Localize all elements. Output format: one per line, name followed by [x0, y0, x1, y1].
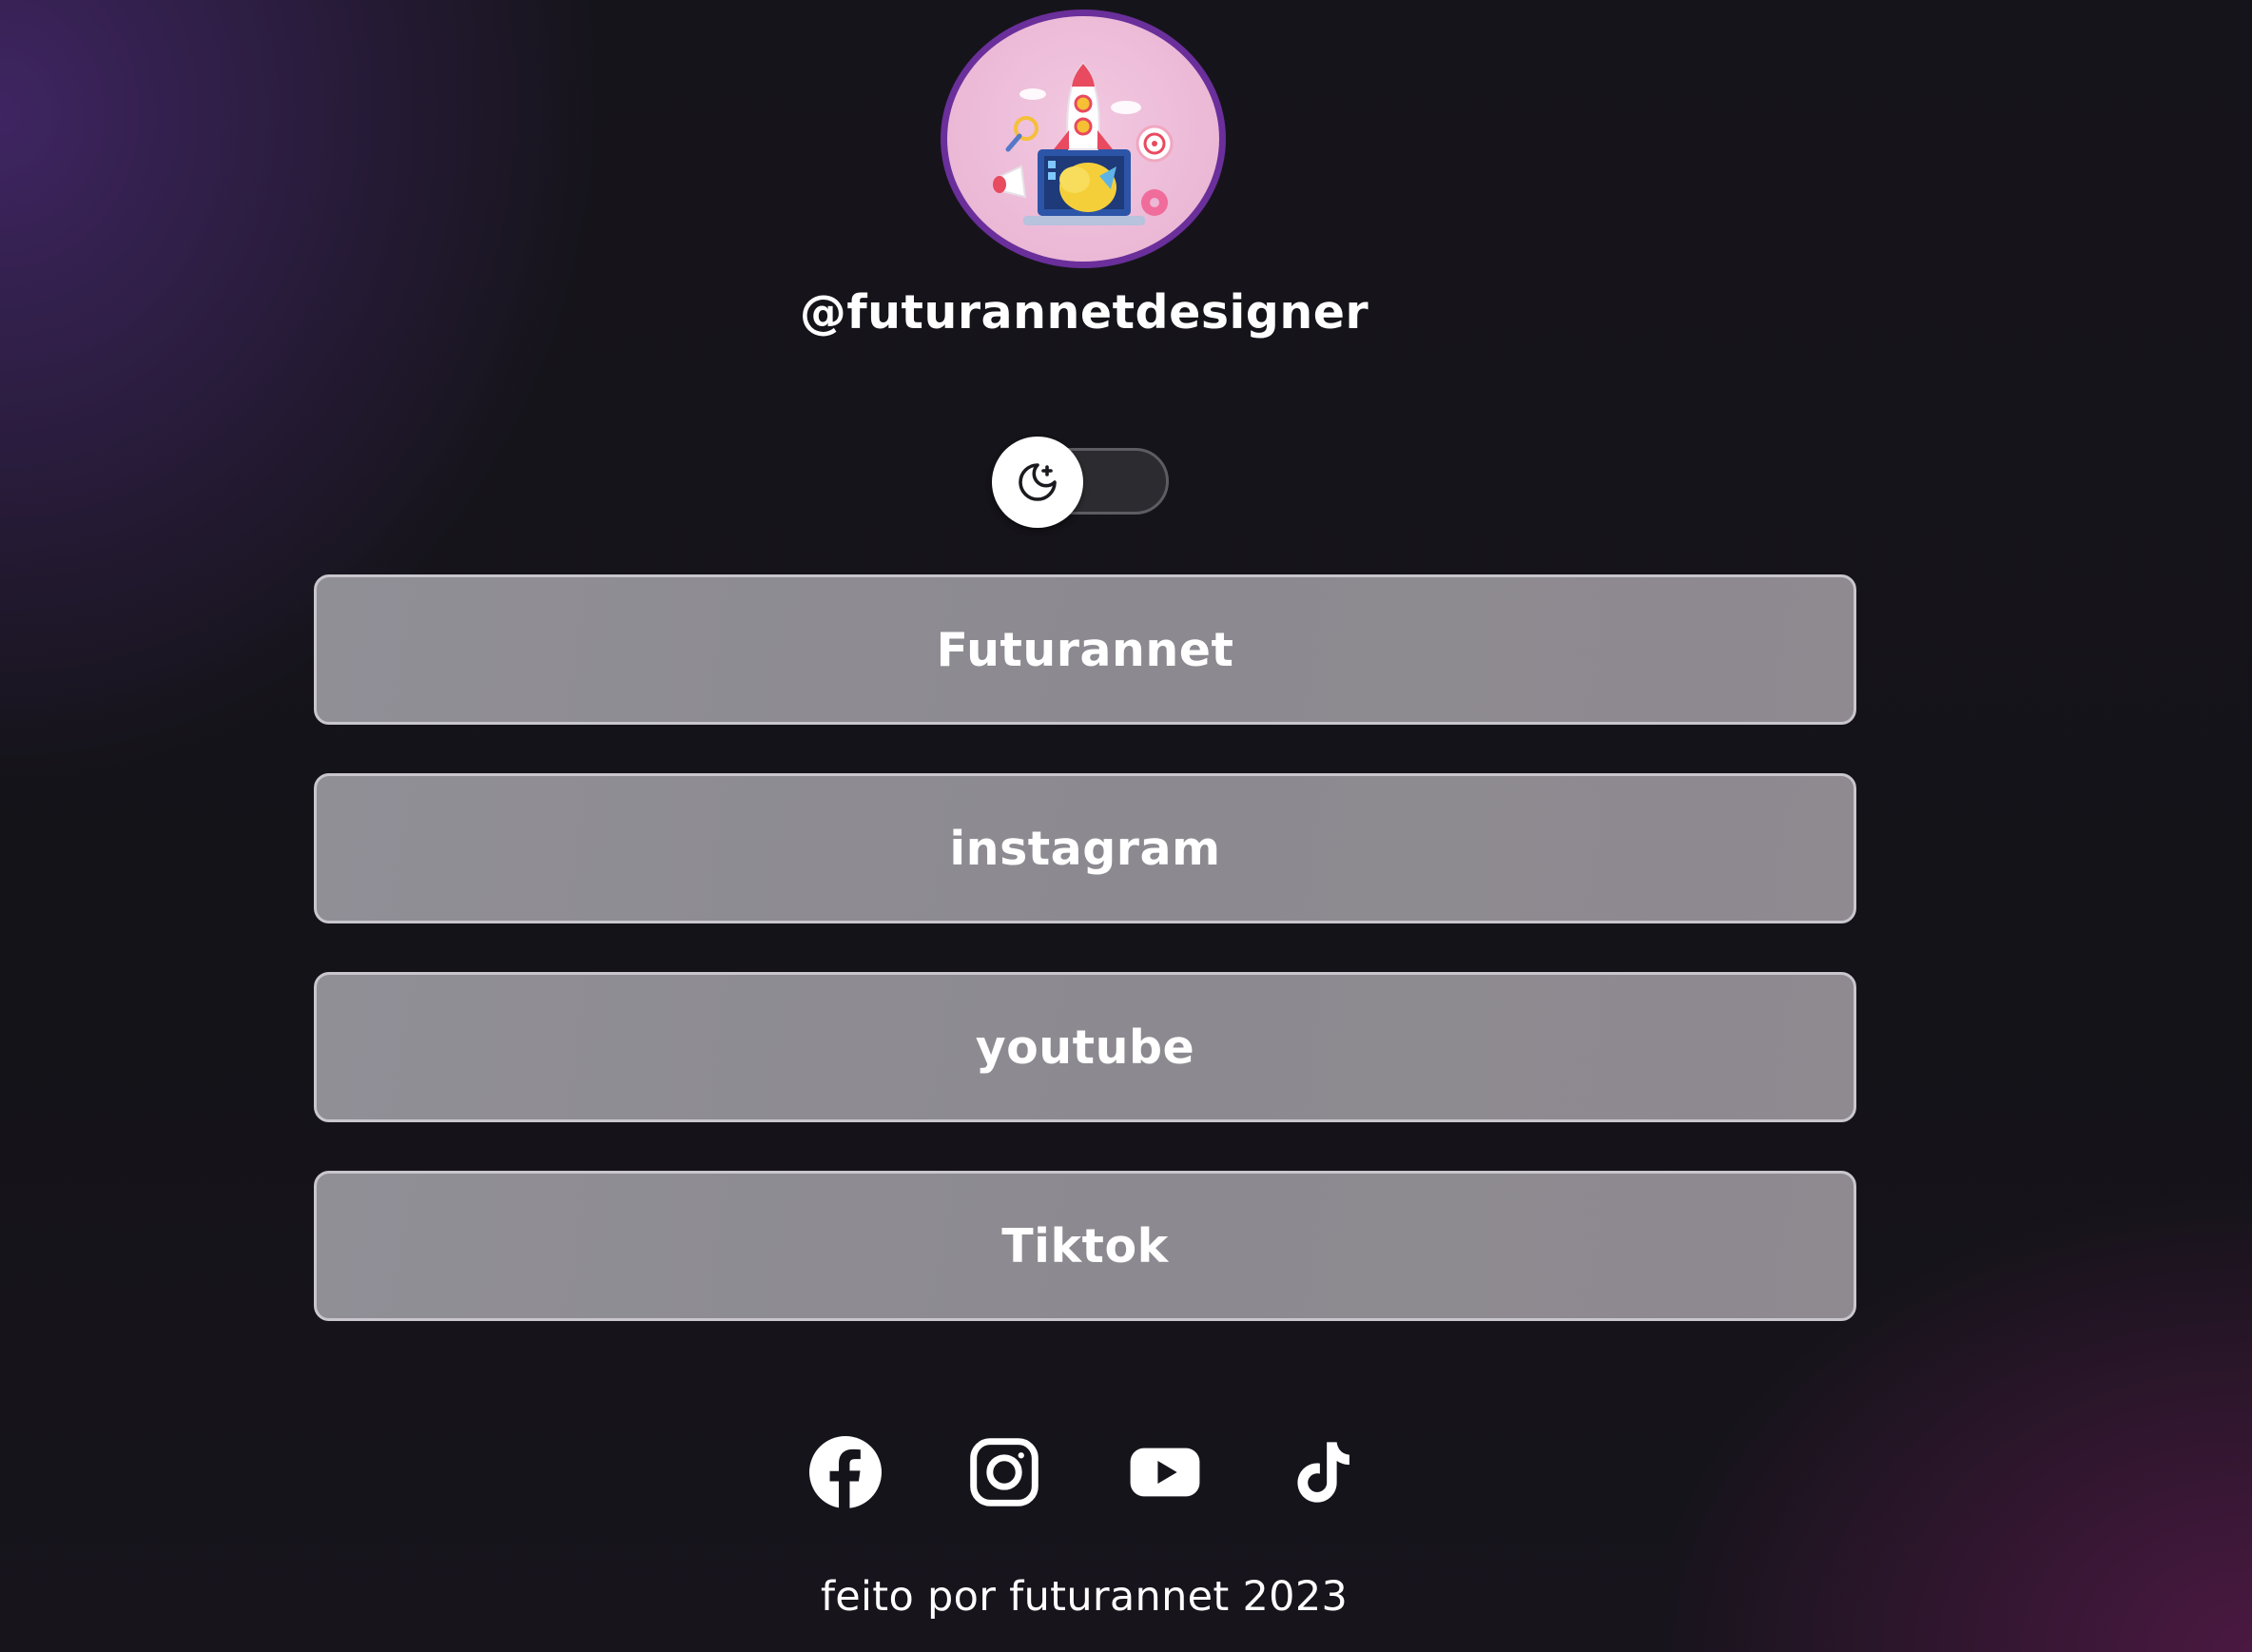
theme-toggle[interactable] — [992, 437, 1176, 534]
toggle-knob[interactable] — [992, 437, 1083, 528]
social-icons — [0, 1436, 2168, 1512]
link-list: Futurannet instagram youtube Tiktok — [314, 574, 1856, 1370]
tiktok-icon[interactable] — [1288, 1436, 1360, 1508]
footer-credit: feito por futurannet 2023 — [820, 1573, 1349, 1621]
instagram-icon[interactable] — [968, 1436, 1040, 1508]
link-button-tiktok[interactable]: Tiktok — [314, 1171, 1856, 1321]
link-button-youtube[interactable]: youtube — [314, 972, 1856, 1122]
rocket-illustration-icon — [993, 62, 1174, 225]
link-button-instagram[interactable]: instagram — [314, 773, 1856, 923]
youtube-icon[interactable] — [1129, 1436, 1201, 1508]
facebook-icon[interactable] — [809, 1436, 882, 1508]
profile-username: @futurannetdesigner — [799, 285, 1369, 340]
link-button-futurannet[interactable]: Futurannet — [314, 574, 1856, 725]
moon-stars-icon — [1019, 463, 1057, 501]
profile-avatar — [941, 10, 1226, 268]
